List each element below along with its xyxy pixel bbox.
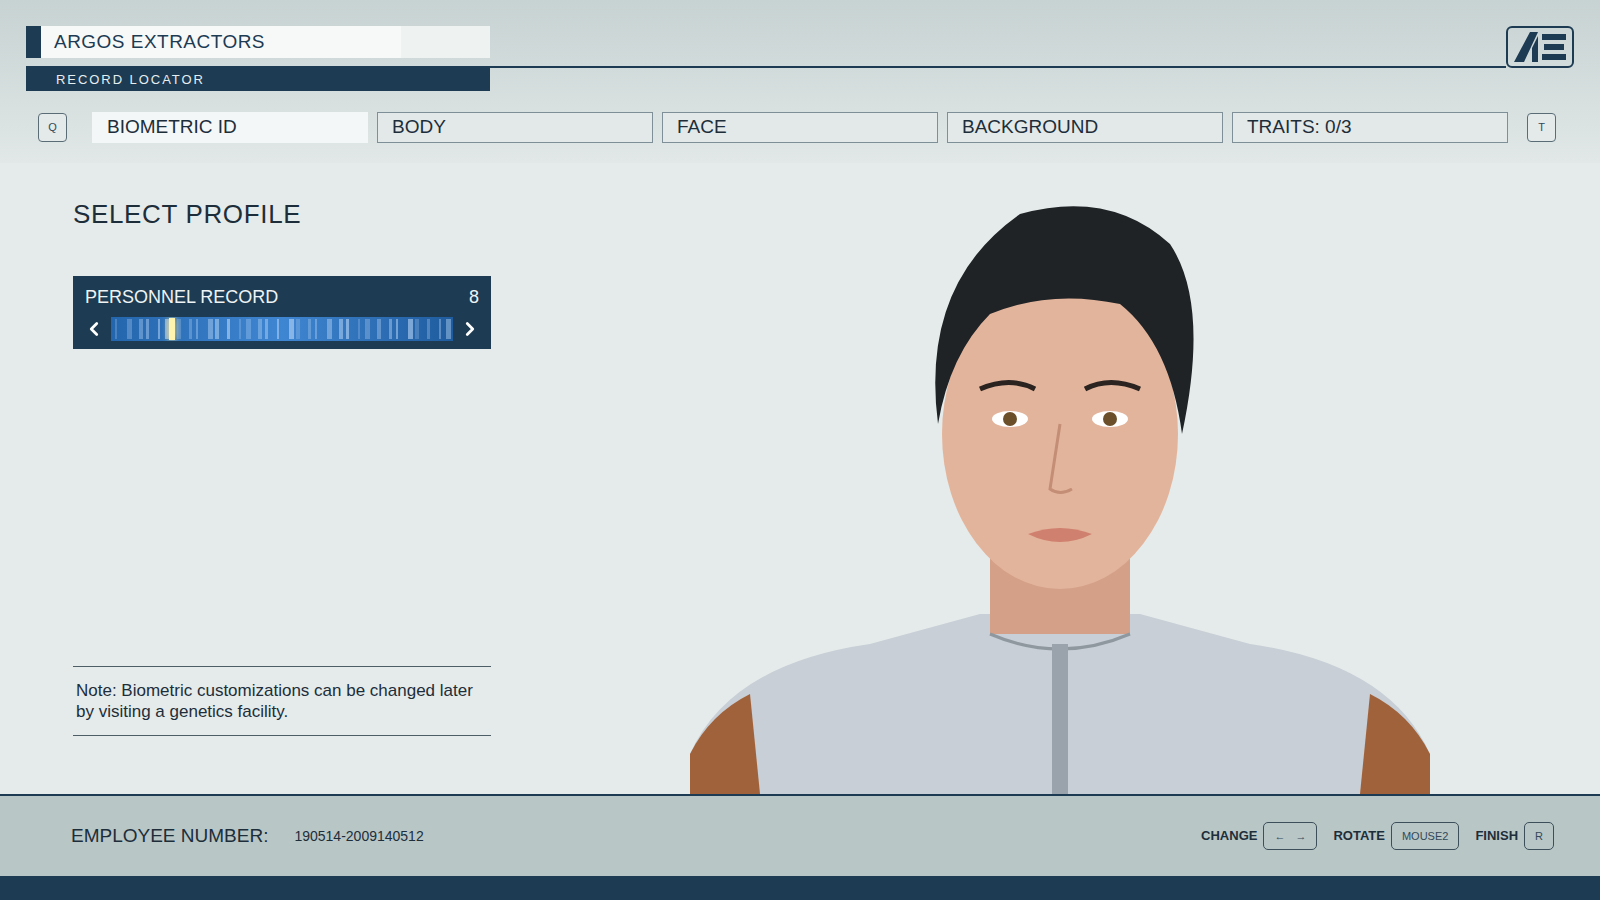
selector-value: 8 [469,284,479,311]
key-label: ← [1274,828,1285,845]
key-label: R [1535,828,1543,845]
character-creator-screen: ARGOS EXTRACTORS RECORD LOCATOR Q BIOMETRIC… [0,0,1600,900]
control-hints: CHANGE←→ROTATEMOUSE2FINISHR [1201,822,1554,850]
tab[interactable]: FACE [662,112,938,143]
control-hint: FINISHR [1475,822,1554,850]
constellation-logo-icon [1506,26,1574,68]
record-track[interactable] [111,317,453,341]
key-label: → [1295,828,1306,845]
tab-bar: Q BIOMETRIC ID BODY FACE BACKGROUND TRAITS: 0… [26,112,1574,143]
prev-tab-key[interactable]: Q [38,113,67,142]
note: Note: Biometric customizations can be ch… [73,666,491,736]
next-tab-key[interactable]: T [1527,113,1556,142]
employee-label: EMPLOYEE NUMBER: [71,822,268,851]
bottom-strip [0,876,1600,900]
tab[interactable]: BIOMETRIC ID [92,112,368,143]
tab[interactable]: TRAITS: 0/3 [1232,112,1508,143]
footer-bar: EMPLOYEE NUMBER:190514-2009140512CHANGE←… [0,794,1600,876]
tab[interactable]: BODY [377,112,653,143]
personnel-record-selector[interactable]: PERSONNEL RECORD 8 [73,276,491,349]
main-area: SELECT PROFILE PERSONNEL RECORD 8 Note: Bio… [0,163,1600,794]
key-box[interactable]: ←→ [1263,822,1317,850]
tab[interactable]: BACKGROUND [947,112,1223,143]
panel-heading: SELECT PROFILE [73,195,520,234]
key-box[interactable]: R [1524,822,1554,850]
previous-arrow-icon[interactable] [83,318,105,340]
preview-area [520,163,1600,794]
record-marker[interactable] [169,318,175,340]
key-label: MOUSE2 [1402,828,1448,845]
character-preview[interactable] [690,194,1430,794]
control-hint: CHANGE←→ [1201,822,1317,850]
next-arrow-icon[interactable] [459,318,481,340]
barcode-pattern-icon [111,317,453,341]
key-box[interactable]: MOUSE2 [1391,822,1459,850]
profile-panel: SELECT PROFILE PERSONNEL RECORD 8 Note: Bio… [0,163,520,794]
control-hint: ROTATEMOUSE2 [1333,822,1459,850]
selector-label: PERSONNEL RECORD [85,284,278,311]
employee-number: 190514-2009140512 [294,826,423,847]
header: ARGOS EXTRACTORS RECORD LOCATOR Q BIOMETRIC… [0,0,1600,163]
subtitle-bar: RECORD LOCATOR [26,68,490,91]
company-title-bar: ARGOS EXTRACTORS [26,26,490,58]
